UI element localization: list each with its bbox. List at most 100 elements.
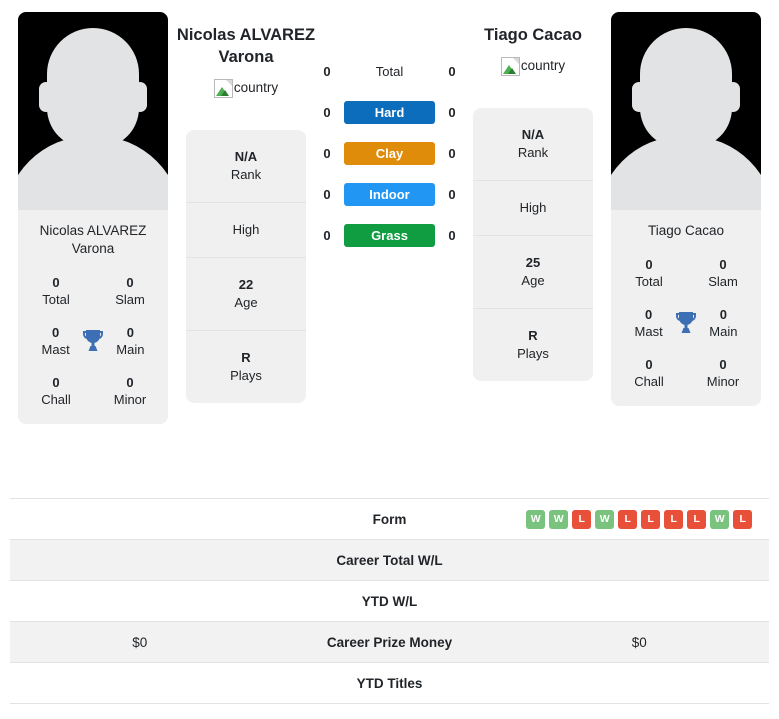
title-stats-left: 0 Total 0 Slam 0 Mast 0 Main 0 Chall 0 M… <box>18 260 168 414</box>
form-badge-win[interactable]: W <box>710 509 730 529</box>
age-value-right: 25 <box>525 255 541 270</box>
player-info-left: Nicolas ALVAREZ Varona country N/A Rank … <box>177 0 315 403</box>
surface-row-total: 0 Total 0 <box>315 60 465 83</box>
surface-row-indoor: 0 Indoor 0 <box>315 183 465 206</box>
avatar-ear-right <box>133 82 147 112</box>
stat-chall-label: Chall <box>41 392 71 407</box>
stat-mast-value: 0 <box>51 325 60 340</box>
age-label-right: Age <box>521 273 545 288</box>
player-name-left-line1: Nicolas ALVAREZ <box>176 26 316 44</box>
plays-value-left: R <box>241 350 251 365</box>
stat-minor-value: 0 <box>719 357 727 372</box>
titles-row-total-slam-right: 0 Total 0 Slam <box>611 246 761 296</box>
stat-minor-left: 0 Minor <box>106 374 154 408</box>
surface-clay-badge[interactable]: Clay <box>344 142 435 165</box>
stat-minor-right: 0 Minor <box>699 356 747 390</box>
form-badge-loss[interactable]: L <box>664 509 684 529</box>
avatar-ear-left <box>39 82 53 112</box>
form-badge-win[interactable]: W <box>595 509 615 529</box>
form-badge-loss[interactable]: L <box>641 509 661 529</box>
rank-panel-right: N/A Rank High 25 Age R Plays <box>473 108 593 381</box>
rank-value-left: N/A <box>234 149 258 164</box>
form-badge-loss[interactable]: L <box>572 509 592 529</box>
surface-hard-badge[interactable]: Hard <box>344 101 435 124</box>
surface-total-label: Total <box>375 64 404 79</box>
plays-cell-left: R Plays <box>186 331 306 403</box>
stat-main-left: 0 Main <box>107 324 154 358</box>
rank-value-right: N/A <box>521 127 545 142</box>
country-alt-text-right: country <box>520 58 566 73</box>
age-cell-left: 22 Age <box>186 258 306 331</box>
surface-grass-right-value: 0 <box>448 228 456 243</box>
rank-label-right: Rank <box>517 145 549 160</box>
country-alt-text-left: country <box>233 80 279 95</box>
player-info-right: Tiago Cacao country N/A Rank High 25 Age… <box>473 0 593 381</box>
country-flag-right: country <box>500 56 566 76</box>
stat-total-right: 0 Total <box>625 256 673 290</box>
plays-value-right: R <box>528 328 538 343</box>
age-cell-right: 25 Age <box>473 236 593 309</box>
trophy-icon <box>79 326 107 356</box>
surface-row-grass: 0 Grass 0 <box>315 224 465 247</box>
stat-chall-value: 0 <box>645 357 653 372</box>
stat-chall-left: 0 Chall <box>32 374 80 408</box>
form-badge-loss[interactable]: L <box>687 509 707 529</box>
career-total-wl-label: Career Total W/L <box>336 552 443 568</box>
surface-grass-left-value: 0 <box>323 228 331 243</box>
ytd-titles-label: YTD Titles <box>356 675 423 691</box>
surface-indoor-badge[interactable]: Indoor <box>344 183 435 206</box>
stat-slam-value: 0 <box>719 257 727 272</box>
stat-main-value: 0 <box>719 307 727 322</box>
form-badge-list: WWLWLLLLWL <box>526 509 753 529</box>
titles-row-chall-minor-right: 0 Chall 0 Minor <box>611 346 761 396</box>
avatar-shoulders <box>611 136 761 210</box>
avatar-ear-left <box>632 82 646 112</box>
surface-hard-left-value: 0 <box>323 105 331 120</box>
plays-cell-right: R Plays <box>473 309 593 381</box>
stat-minor-label: Minor <box>706 374 740 389</box>
stat-minor-value: 0 <box>126 375 134 390</box>
table-row-form: Form WWLWLLLLWL <box>10 499 769 540</box>
surface-indoor-right-value: 0 <box>448 187 456 202</box>
stat-total-label: Total <box>635 274 663 289</box>
stat-mast-label: Mast <box>634 324 663 339</box>
career-prize-money-right: $0 <box>631 634 647 650</box>
stat-main-value: 0 <box>126 325 134 340</box>
stat-slam-left: 0 Slam <box>106 274 154 308</box>
stat-mast-left: 0 Mast <box>32 324 79 358</box>
high-rank-cell-right: High <box>473 181 593 236</box>
form-right-cell: WWLWLLLLWL <box>510 509 770 529</box>
avatar-ear-right <box>726 82 740 112</box>
stat-main-label: Main <box>709 324 738 339</box>
ytd-wl-label: YTD W/L <box>361 593 418 609</box>
player-comparison-page: Nicolas ALVAREZ Varona 0 Total 0 Slam 0 <box>0 0 779 719</box>
form-badge-loss[interactable]: L <box>733 509 753 529</box>
stat-minor-label: Minor <box>113 392 147 407</box>
player-name-left-line2: Varona <box>218 48 274 66</box>
broken-image-fold <box>225 79 232 86</box>
surface-clay-right-value: 0 <box>448 146 456 161</box>
broken-image-mountain-2 <box>507 67 516 74</box>
stat-slam-value: 0 <box>126 275 134 290</box>
stat-total-left: 0 Total <box>32 274 80 308</box>
surface-row-clay: 0 Clay 0 <box>315 142 465 165</box>
form-badge-win[interactable]: W <box>549 509 569 529</box>
form-badge-win[interactable]: W <box>526 509 546 529</box>
player-card-right[interactable]: Tiago Cacao 0 Total 0 Slam 0 Mast 0 Main… <box>611 12 761 406</box>
stat-chall-label: Chall <box>634 374 664 389</box>
broken-image-fold <box>512 57 519 64</box>
surface-grass-badge[interactable]: Grass <box>344 224 435 247</box>
player-name-right-line1: Tiago Cacao <box>484 26 582 44</box>
age-label-left: Age <box>234 295 258 310</box>
high-rank-cell-left: High <box>186 203 306 258</box>
surface-hard-right-value: 0 <box>448 105 456 120</box>
stat-main-label: Main <box>116 342 145 357</box>
player-avatar-left <box>18 12 168 210</box>
player-card-left[interactable]: Nicolas ALVAREZ Varona 0 Total 0 Slam 0 <box>18 12 168 424</box>
stat-total-value: 0 <box>52 275 60 290</box>
form-badge-loss[interactable]: L <box>618 509 638 529</box>
trophy-icon <box>672 308 700 338</box>
surface-clay-left-value: 0 <box>323 146 331 161</box>
plays-label-right: Plays <box>517 346 549 361</box>
surface-row-hard: 0 Hard 0 <box>315 101 465 124</box>
